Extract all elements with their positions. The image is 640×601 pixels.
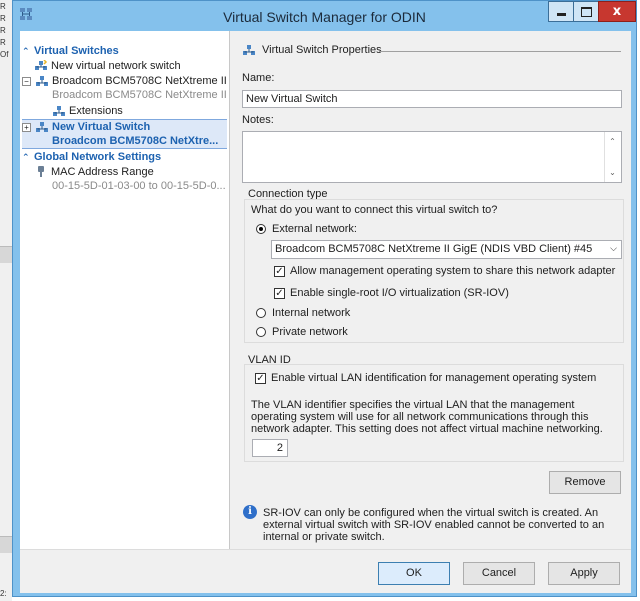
- tree-item-extensions[interactable]: Extensions: [22, 104, 227, 118]
- minimize-button[interactable]: [548, 1, 574, 22]
- remove-button[interactable]: Remove: [549, 471, 621, 494]
- network-switch-icon: [36, 122, 48, 133]
- checkmark-icon: ✓: [256, 373, 265, 384]
- external-network-label: External network:: [272, 223, 357, 235]
- close-button[interactable]: x: [598, 1, 636, 22]
- scroll-down-icon[interactable]: ⌄: [606, 166, 619, 179]
- minimize-icon: [556, 13, 566, 16]
- properties-pane: Virtual Switch Properties Name: New Virt…: [230, 31, 631, 549]
- background-text: R: [0, 2, 6, 11]
- network-adapter-selected: Broadcom BCM5708C NetXtreme II GigE (NDI…: [275, 243, 593, 255]
- properties-section-header: Virtual Switch Properties: [242, 44, 621, 58]
- category-label: Virtual Switches: [34, 45, 119, 57]
- allow-management-checkbox[interactable]: ✓: [274, 266, 285, 277]
- title-bar[interactable]: Virtual Switch Manager for ODIN x: [13, 1, 636, 31]
- background-text: R: [0, 14, 6, 23]
- dialog-client: ⌃ Virtual Switches New virtual network sw…: [20, 31, 631, 593]
- chevron-down-icon: ⌵: [610, 243, 617, 253]
- collapse-chevron-icon[interactable]: ⌃: [22, 150, 34, 164]
- expand-toggle-icon[interactable]: +: [22, 122, 31, 132]
- tree-item-sublabel: Broadcom BCM5708C NetXtreme II...: [52, 89, 227, 101]
- tree-item-new-virtual-switch[interactable]: New virtual network switch: [22, 59, 227, 73]
- notes-label: Notes:: [242, 114, 274, 126]
- vlan-enable-label: Enable virtual LAN identification for ma…: [271, 372, 597, 384]
- tree-item-mac-address-range[interactable]: MAC Address Range: [22, 165, 227, 179]
- apply-button[interactable]: Apply: [548, 562, 620, 585]
- vlan-id-input[interactable]: 2: [252, 439, 288, 457]
- background-app: R R R R Of 2:: [0, 0, 12, 601]
- navigation-tree: ⌃ Virtual Switches New virtual network sw…: [20, 31, 230, 549]
- section-title: Virtual Switch Properties: [262, 44, 382, 56]
- external-network-radio[interactable]: [256, 224, 266, 234]
- virtual-switch-manager-window: Virtual Switch Manager for ODIN x ⌃ Virtu…: [12, 0, 637, 597]
- private-network-label: Private network: [272, 326, 348, 338]
- section-divider: [379, 51, 621, 52]
- mac-address-icon: [38, 166, 44, 178]
- private-network-radio[interactable]: [256, 327, 266, 337]
- dialog-button-bar: OK Cancel Apply: [20, 549, 631, 593]
- category-label: Global Network Settings: [34, 151, 162, 163]
- tree-item-sublabel: Broadcom BCM5708C NetXtre...: [52, 135, 219, 147]
- sriov-label: Enable single-root I/O virtualization (S…: [290, 287, 509, 299]
- background-text: R: [0, 26, 6, 35]
- background-scroll-segment: [0, 536, 12, 553]
- scroll-up-icon[interactable]: ⌃: [606, 135, 619, 148]
- cancel-button[interactable]: Cancel: [463, 562, 535, 585]
- collapse-toggle-icon[interactable]: −: [22, 76, 31, 86]
- tree-item-label: Extensions: [69, 105, 123, 117]
- internal-network-label: Internal network: [272, 307, 351, 319]
- tree-item-label: New virtual network switch: [51, 60, 181, 72]
- ok-button[interactable]: OK: [378, 562, 450, 585]
- tree-item-label: New Virtual Switch: [52, 121, 151, 133]
- collapse-chevron-icon[interactable]: ⌃: [22, 44, 34, 58]
- notes-scrollbar[interactable]: ⌃ ⌄: [604, 132, 621, 182]
- name-label: Name:: [242, 72, 275, 84]
- background-text: R: [0, 38, 6, 47]
- network-switch-icon: [36, 76, 48, 87]
- allow-management-label: Allow management operating system to sha…: [290, 265, 616, 277]
- tree-item-label: Broadcom BCM5708C NetXtreme II ...: [52, 75, 227, 87]
- new-switch-icon: [35, 60, 48, 71]
- maximize-icon: [580, 6, 592, 17]
- tree-item-label: MAC Address Range: [51, 166, 154, 178]
- vlan-enable-checkbox[interactable]: ✓: [255, 373, 266, 384]
- notes-textarea[interactable]: ⌃ ⌄: [242, 131, 622, 183]
- background-text: Of: [0, 50, 9, 59]
- category-global-network-settings[interactable]: ⌃ Global Network Settings: [22, 150, 227, 164]
- network-switch-icon: [243, 45, 255, 55]
- internal-network-radio[interactable]: [256, 308, 266, 318]
- window-title: Virtual Switch Manager for ODIN: [223, 9, 426, 25]
- background-scroll-segment: [0, 246, 12, 263]
- category-virtual-switches[interactable]: ⌃ Virtual Switches: [22, 44, 227, 58]
- tree-item-broadcom-switch[interactable]: − Broadcom BCM5708C NetXtreme II ...: [22, 74, 227, 88]
- connection-question: What do you want to connect this virtual…: [251, 204, 498, 216]
- sriov-checkbox[interactable]: ✓: [274, 288, 285, 299]
- network-adapter-select[interactable]: Broadcom BCM5708C NetXtreme II GigE (NDI…: [271, 240, 622, 259]
- sriov-info-text: SR-IOV can only be configured when the v…: [263, 507, 605, 543]
- checkmark-icon: ✓: [275, 288, 284, 299]
- tree-item-new-virtual-switch-selected[interactable]: + New Virtual Switch Broadcom BCM5708C N…: [22, 119, 227, 149]
- close-icon: x: [612, 4, 622, 19]
- maximize-button[interactable]: [573, 1, 599, 22]
- info-icon: i: [243, 505, 257, 519]
- tree-item-sublabel: 00-15-5D-01-03-00 to 00-15-5D-0...: [52, 180, 226, 192]
- name-input[interactable]: New Virtual Switch: [242, 90, 622, 108]
- background-text: 2:: [0, 589, 7, 598]
- checkmark-icon: ✓: [275, 266, 284, 277]
- vlan-description: The VLAN identifier specifies the virtua…: [251, 399, 603, 435]
- network-switch-icon: [53, 106, 65, 117]
